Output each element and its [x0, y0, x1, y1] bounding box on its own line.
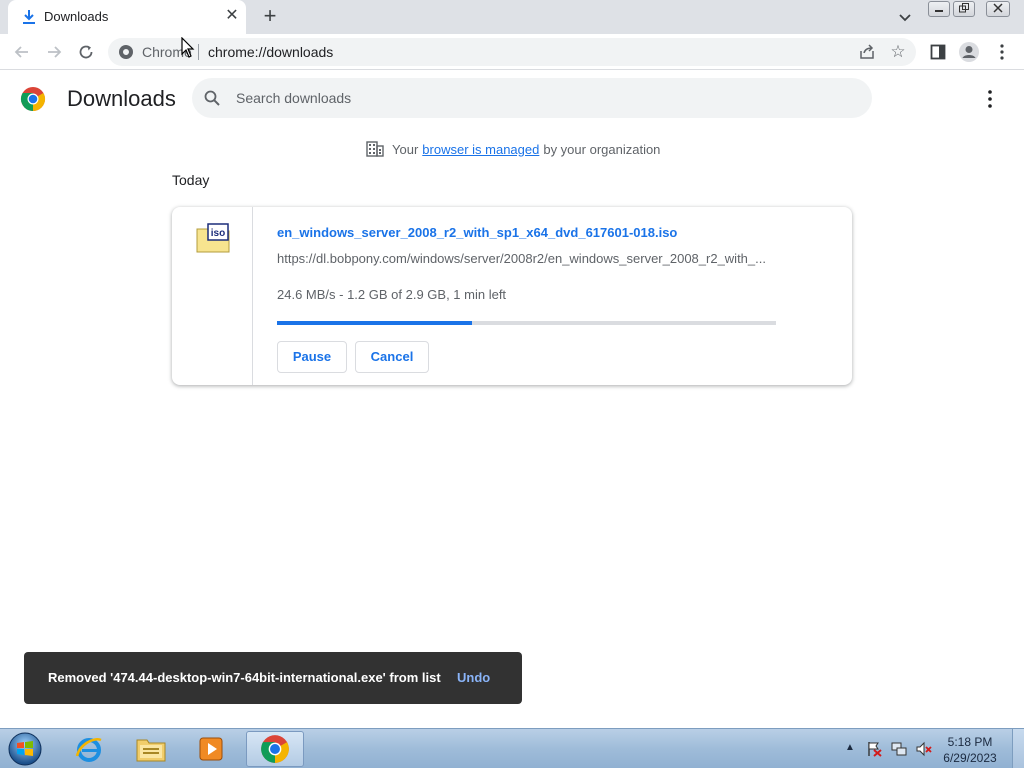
restore-icon: [959, 3, 969, 13]
volume-muted-icon[interactable]: [916, 741, 932, 757]
download-progress-bar: [277, 321, 776, 325]
download-item-icon-area: iso: [172, 207, 253, 385]
download-item-card: iso en_windows_server_2008_r2_with_sp1_x…: [172, 207, 852, 385]
clock-time[interactable]: 5:18 PM: [940, 735, 1000, 749]
removed-toast: Removed '474.44-desktop-win7-64bit-inter…: [24, 652, 522, 704]
taskbar-file-explorer[interactable]: [124, 731, 178, 767]
omnibox[interactable]: Chrome chrome://downloads ☆: [108, 38, 916, 66]
mouse-cursor-icon: [181, 37, 195, 58]
forward-arrow-icon[interactable]: [44, 42, 64, 62]
tray-expand-icon[interactable]: ▲: [845, 742, 855, 753]
page-more-vert-icon[interactable]: [980, 88, 1000, 110]
managed-suffix: by your organization: [543, 141, 661, 157]
download-file-name[interactable]: en_windows_server_2008_r2_with_sp1_x64_d…: [277, 225, 677, 240]
omnibox-separator: [198, 44, 199, 60]
download-icon: [23, 10, 35, 24]
windows-start-orb-icon: [8, 732, 42, 766]
search-box[interactable]: [192, 78, 872, 118]
download-source-url[interactable]: https://dl.bobpony.com/windows/server/20…: [277, 251, 777, 266]
search-input[interactable]: [236, 89, 836, 107]
media-player-icon: [199, 737, 223, 761]
tab-title: Downloads: [44, 9, 109, 24]
window-close-button[interactable]: [986, 1, 1010, 17]
minimize-button[interactable]: [928, 1, 950, 17]
cancel-button[interactable]: Cancel: [355, 341, 429, 373]
file-explorer-icon: [136, 739, 166, 762]
building-icon: [366, 141, 384, 157]
chrome-logo-icon: [20, 87, 46, 111]
plus-icon[interactable]: +: [258, 5, 282, 29]
more-vert-icon[interactable]: [992, 42, 1012, 62]
taskbar-internet-explorer[interactable]: [62, 731, 116, 767]
chevron-down-icon[interactable]: [896, 8, 914, 26]
action-center-flag-icon[interactable]: [866, 741, 882, 757]
pause-button[interactable]: Pause: [277, 341, 347, 373]
downloads-header: Downloads: [0, 72, 1024, 126]
back-arrow-icon[interactable]: [12, 42, 32, 62]
omnibox-url[interactable]: chrome://downloads: [208, 44, 333, 60]
tab-strip: Downloads ✕ +: [0, 0, 1024, 34]
svg-text:iso: iso: [211, 228, 225, 239]
managed-notice: Your browser is managed by your organiza…: [366, 140, 660, 158]
minimize-icon: [935, 10, 943, 12]
taskbar: ▲ 5:18 PM 6/29/2023: [0, 728, 1024, 768]
download-status: 24.6 MB/s - 1.2 GB of 2.9 GB, 1 min left: [277, 287, 507, 302]
search-icon: [204, 90, 220, 106]
close-icon[interactable]: ✕: [224, 8, 240, 24]
download-progress-fill: [277, 321, 472, 325]
section-date: Today: [172, 172, 210, 188]
taskbar-chrome[interactable]: [246, 731, 304, 767]
side-panel-icon[interactable]: [928, 42, 948, 62]
clock-date[interactable]: 6/29/2023: [940, 751, 1000, 765]
share-icon[interactable]: [858, 43, 876, 61]
tab-downloads[interactable]: Downloads ✕: [8, 0, 246, 34]
start-button[interactable]: [4, 730, 46, 768]
managed-link[interactable]: browser is managed: [422, 142, 539, 157]
managed-prefix: Your: [392, 141, 419, 157]
browser-toolbar: Chrome chrome://downloads ☆: [0, 34, 1024, 70]
internet-explorer-icon: [75, 738, 102, 762]
chrome-icon: [261, 735, 289, 763]
chrome-site-icon: [119, 45, 133, 59]
page-title: Downloads: [67, 86, 176, 111]
reload-icon[interactable]: [76, 42, 96, 62]
show-desktop-button[interactable]: [1012, 729, 1024, 768]
window-close-icon: [993, 3, 1003, 13]
taskbar-media-player[interactable]: [184, 731, 238, 767]
network-icon[interactable]: [891, 741, 907, 757]
restore-button[interactable]: [953, 1, 975, 17]
star-icon[interactable]: ☆: [888, 42, 908, 62]
iso-file-icon: iso: [196, 223, 230, 253]
toast-message: Removed '474.44-desktop-win7-64bit-inter…: [48, 670, 441, 685]
undo-button[interactable]: Undo: [457, 670, 490, 685]
profile-icon[interactable]: [959, 42, 979, 62]
